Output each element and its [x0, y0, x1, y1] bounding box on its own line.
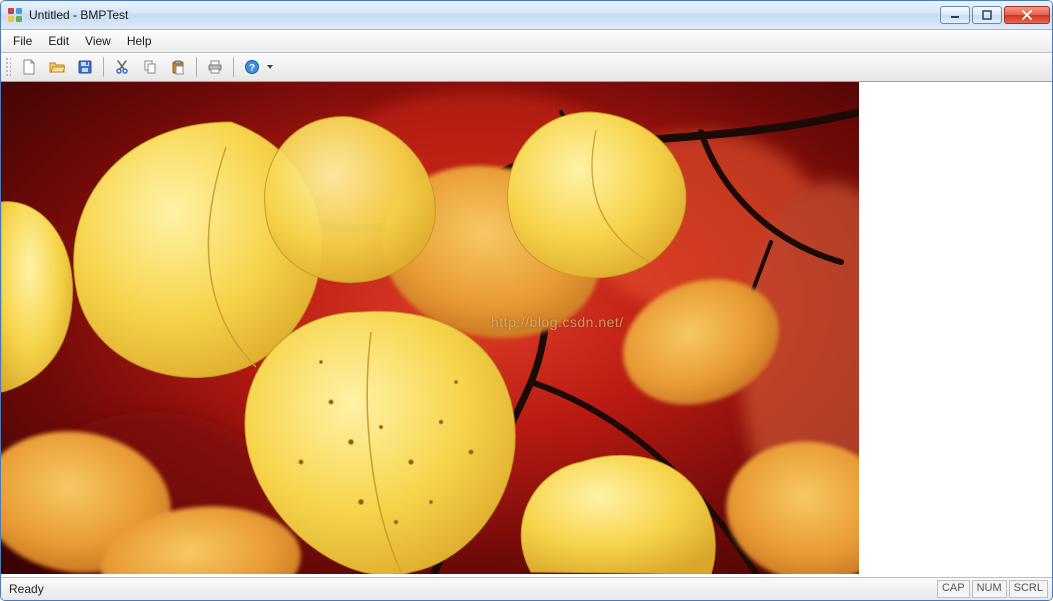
window-title: Untitled - BMPTest: [29, 8, 128, 22]
close-button[interactable]: [1004, 6, 1050, 24]
bitmap-image: http://blog.csdn.net/: [1, 82, 859, 574]
app-window: Untitled - BMPTest File Edit View Help: [0, 0, 1053, 601]
print-button[interactable]: [202, 54, 228, 80]
menu-file[interactable]: File: [5, 30, 40, 52]
toolbar-separator: [196, 57, 197, 77]
help-icon: ?: [244, 59, 260, 75]
toolbar-grip[interactable]: [5, 57, 11, 77]
menu-view[interactable]: View: [77, 30, 119, 52]
chevron-down-icon: [267, 65, 273, 69]
paste-clipboard-icon: [170, 59, 186, 75]
printer-icon: [207, 59, 223, 75]
save-button[interactable]: [72, 54, 98, 80]
paste-button[interactable]: [165, 54, 191, 80]
status-num: NUM: [972, 580, 1007, 598]
open-folder-icon: [49, 59, 65, 75]
open-button[interactable]: [44, 54, 70, 80]
window-controls: [940, 6, 1050, 24]
svg-text:?: ?: [249, 63, 255, 74]
menubar: File Edit View Help: [1, 30, 1052, 53]
copy-button[interactable]: [137, 54, 163, 80]
save-floppy-icon: [77, 59, 93, 75]
toolbar-separator: [103, 57, 104, 77]
help-dropdown-arrow[interactable]: [266, 65, 274, 69]
cut-scissors-icon: [114, 59, 130, 75]
maximize-button[interactable]: [972, 6, 1002, 24]
menu-help[interactable]: Help: [119, 30, 160, 52]
toolbar-separator: [233, 57, 234, 77]
status-cap: CAP: [937, 580, 970, 598]
titlebar[interactable]: Untitled - BMPTest: [1, 1, 1052, 30]
minimize-button[interactable]: [940, 6, 970, 24]
copy-icon: [142, 59, 158, 75]
app-icon: [7, 7, 23, 23]
new-button[interactable]: [16, 54, 42, 80]
status-text: Ready: [5, 582, 44, 596]
cut-button[interactable]: [109, 54, 135, 80]
menu-edit[interactable]: Edit: [40, 30, 77, 52]
new-file-icon: [21, 59, 37, 75]
statusbar: Ready CAP NUM SCRL: [1, 577, 1052, 600]
toolbar: ?: [1, 53, 1052, 82]
status-scrl: SCRL: [1009, 580, 1048, 598]
client-area: http://blog.csdn.net/: [1, 82, 1052, 577]
help-button[interactable]: ?: [239, 54, 265, 80]
